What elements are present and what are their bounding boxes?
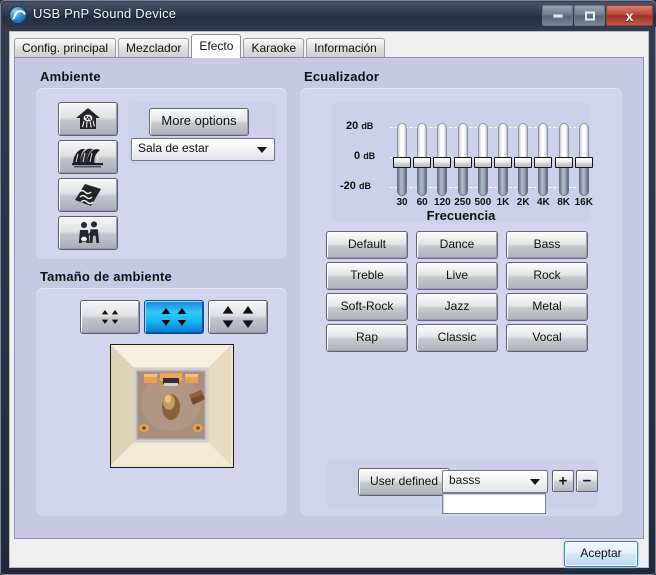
ambience-room-button[interactable]	[58, 102, 118, 136]
ambience-live-button[interactable]	[58, 216, 118, 250]
eq-slider-thumb[interactable]	[473, 157, 492, 168]
ambience-preset-value: Sala de estar	[138, 141, 209, 155]
wave-tile-icon	[75, 184, 101, 206]
eq-slider-8K[interactable]	[554, 123, 573, 196]
eq-slider-4K[interactable]	[534, 123, 553, 196]
user-preset-value: basss	[449, 473, 481, 487]
screenshot-root: USB PnP Sound Device x Config. principal…	[0, 0, 656, 575]
concert-hall-icon	[72, 148, 103, 168]
eq-slider-2K[interactable]	[514, 123, 533, 196]
eq-preset-metal-button[interactable]: Metal	[506, 293, 588, 321]
eq-slider-1K[interactable]	[494, 123, 512, 196]
room-size-small-button[interactable]	[80, 300, 140, 334]
user-defined-subpanel: User defined basss + −	[326, 460, 598, 514]
ambience-panel: More options Sala de estar	[36, 88, 287, 259]
eq-slider-thumb[interactable]	[574, 157, 593, 168]
tab-karaoke[interactable]: Karaoke	[243, 38, 305, 58]
window-title: USB PnP Sound Device	[33, 6, 177, 21]
eq-y-tick-label: 20 dB	[346, 120, 374, 132]
eq-slider-30[interactable]	[393, 123, 411, 196]
eq-preset-rap-button[interactable]: Rap	[326, 324, 408, 352]
close-button[interactable]: x	[606, 5, 653, 26]
title-bar: USB PnP Sound Device x	[2, 2, 656, 27]
room-size-large-button[interactable]	[208, 300, 268, 334]
eq-slider-250[interactable]	[453, 123, 472, 196]
room-size-panel	[36, 288, 287, 516]
eq-y-tick-label: -20 dB	[340, 180, 371, 192]
equalizer-sliders-area: 20 dB 0 dB -20 dB 30 60 120 250 500 1K 2K 4K 8K 16K F…	[332, 102, 593, 223]
eq-preset-live-button[interactable]: Live	[416, 262, 498, 290]
eq-slider-thumb[interactable]	[534, 157, 553, 168]
eq-slider-thumb[interactable]	[514, 157, 533, 168]
eq-slider-thumb[interactable]	[494, 157, 512, 168]
eq-slider-120[interactable]	[433, 123, 452, 196]
sound-swirl-icon	[10, 7, 26, 23]
plus-icon: +	[558, 472, 568, 490]
eq-preset-dance-button[interactable]: Dance	[416, 231, 498, 259]
eq-slider-60[interactable]	[413, 123, 432, 196]
tab-config-principal[interactable]: Config. principal	[14, 38, 117, 58]
close-icon: x	[625, 7, 634, 24]
performers-icon	[78, 221, 100, 243]
accept-button[interactable]: Aceptar	[564, 541, 638, 567]
minus-icon: −	[582, 472, 592, 490]
eq-preset-vocal-button[interactable]: Vocal	[506, 324, 588, 352]
ambience-options-subpanel: More options Sala de estar	[128, 102, 276, 164]
eq-preset-treble-button[interactable]: Treble	[326, 262, 408, 290]
arrows-large-icon	[222, 306, 254, 328]
add-preset-button[interactable]: +	[552, 470, 574, 492]
eq-preset-jazz-button[interactable]: Jazz	[416, 293, 498, 321]
window-controls: x	[541, 5, 653, 26]
room-size-group-title: Tamaño de ambiente	[40, 269, 172, 284]
ambience-pad-button[interactable]	[58, 178, 118, 212]
eq-preset-soft-rock-button[interactable]: Soft-Rock	[326, 293, 408, 321]
ambience-group-title: Ambiente	[40, 69, 101, 84]
tab-mezclador[interactable]: Mezclador	[118, 38, 190, 58]
equalizer-graph-subpanel: 20 dB 0 dB -20 dB 30 60 120 250 500 1K 2K 4K 8K 16K F…	[332, 102, 593, 223]
eq-slider-500[interactable]	[473, 123, 492, 196]
equalizer-panel: 20 dB 0 dB -20 dB 30 60 120 250 500 1K 2K 4K 8K 16K F…	[300, 88, 622, 516]
room-size-medium-button[interactable]	[144, 300, 204, 334]
maximize-icon	[584, 11, 595, 20]
eq-slider-thumb[interactable]	[453, 157, 472, 168]
arrows-medium-icon	[161, 308, 187, 326]
maximize-button[interactable]	[574, 5, 605, 26]
eq-preset-rock-button[interactable]: Rock	[506, 262, 588, 290]
equalizer-group-title: Ecualizador	[304, 69, 380, 84]
window-frame: USB PnP Sound Device x Config. principal…	[0, 0, 656, 575]
eq-axis-title: Frecuencia	[426, 208, 496, 223]
remove-preset-button[interactable]: −	[576, 470, 598, 492]
eq-frequency-label: 16K	[574, 197, 593, 208]
house-icon	[76, 108, 100, 129]
footer-bar: Aceptar	[14, 541, 642, 567]
chevron-down-icon	[257, 147, 267, 153]
eq-preset-bass-button[interactable]: Bass	[506, 231, 588, 259]
eq-preset-default-button[interactable]: Default	[326, 231, 408, 259]
eq-slider-thumb[interactable]	[554, 157, 573, 168]
tab-efecto[interactable]: Efecto	[191, 34, 242, 58]
eq-y-tick-label: 0 dB	[354, 150, 376, 162]
minimize-button[interactable]	[542, 5, 573, 26]
eq-slider-thumb[interactable]	[413, 157, 432, 168]
eq-slider-16K[interactable]	[574, 123, 593, 196]
eq-slider-thumb[interactable]	[393, 157, 411, 168]
minimize-icon	[553, 14, 562, 17]
ambience-hall-button[interactable]	[58, 140, 118, 174]
more-options-button[interactable]: More options	[149, 108, 249, 136]
eq-slider-thumb[interactable]	[433, 157, 452, 168]
room-preview-svg	[111, 345, 231, 465]
user-defined-button[interactable]: User defined	[358, 468, 450, 496]
arrows-small-icon	[101, 310, 119, 324]
room-preview-image	[110, 344, 234, 468]
chevron-down-icon	[530, 479, 540, 485]
eq-preset-classic-button[interactable]: Classic	[416, 324, 498, 352]
user-preset-combo[interactable]: basss	[442, 470, 548, 493]
effect-page: Ambiente More options Sala de estar Tama…	[14, 57, 644, 539]
tab-strip: Config. principal Mezclador Efecto Karao…	[14, 34, 642, 58]
ambience-preset-combo[interactable]: Sala de estar	[131, 138, 275, 161]
preset-name-input[interactable]	[442, 493, 546, 514]
client-area: Config. principal Mezclador Efecto Karao…	[9, 31, 649, 568]
tab-informacion[interactable]: Información	[306, 38, 385, 58]
effect-page-inner: Ambiente More options Sala de estar Tama…	[16, 59, 642, 537]
